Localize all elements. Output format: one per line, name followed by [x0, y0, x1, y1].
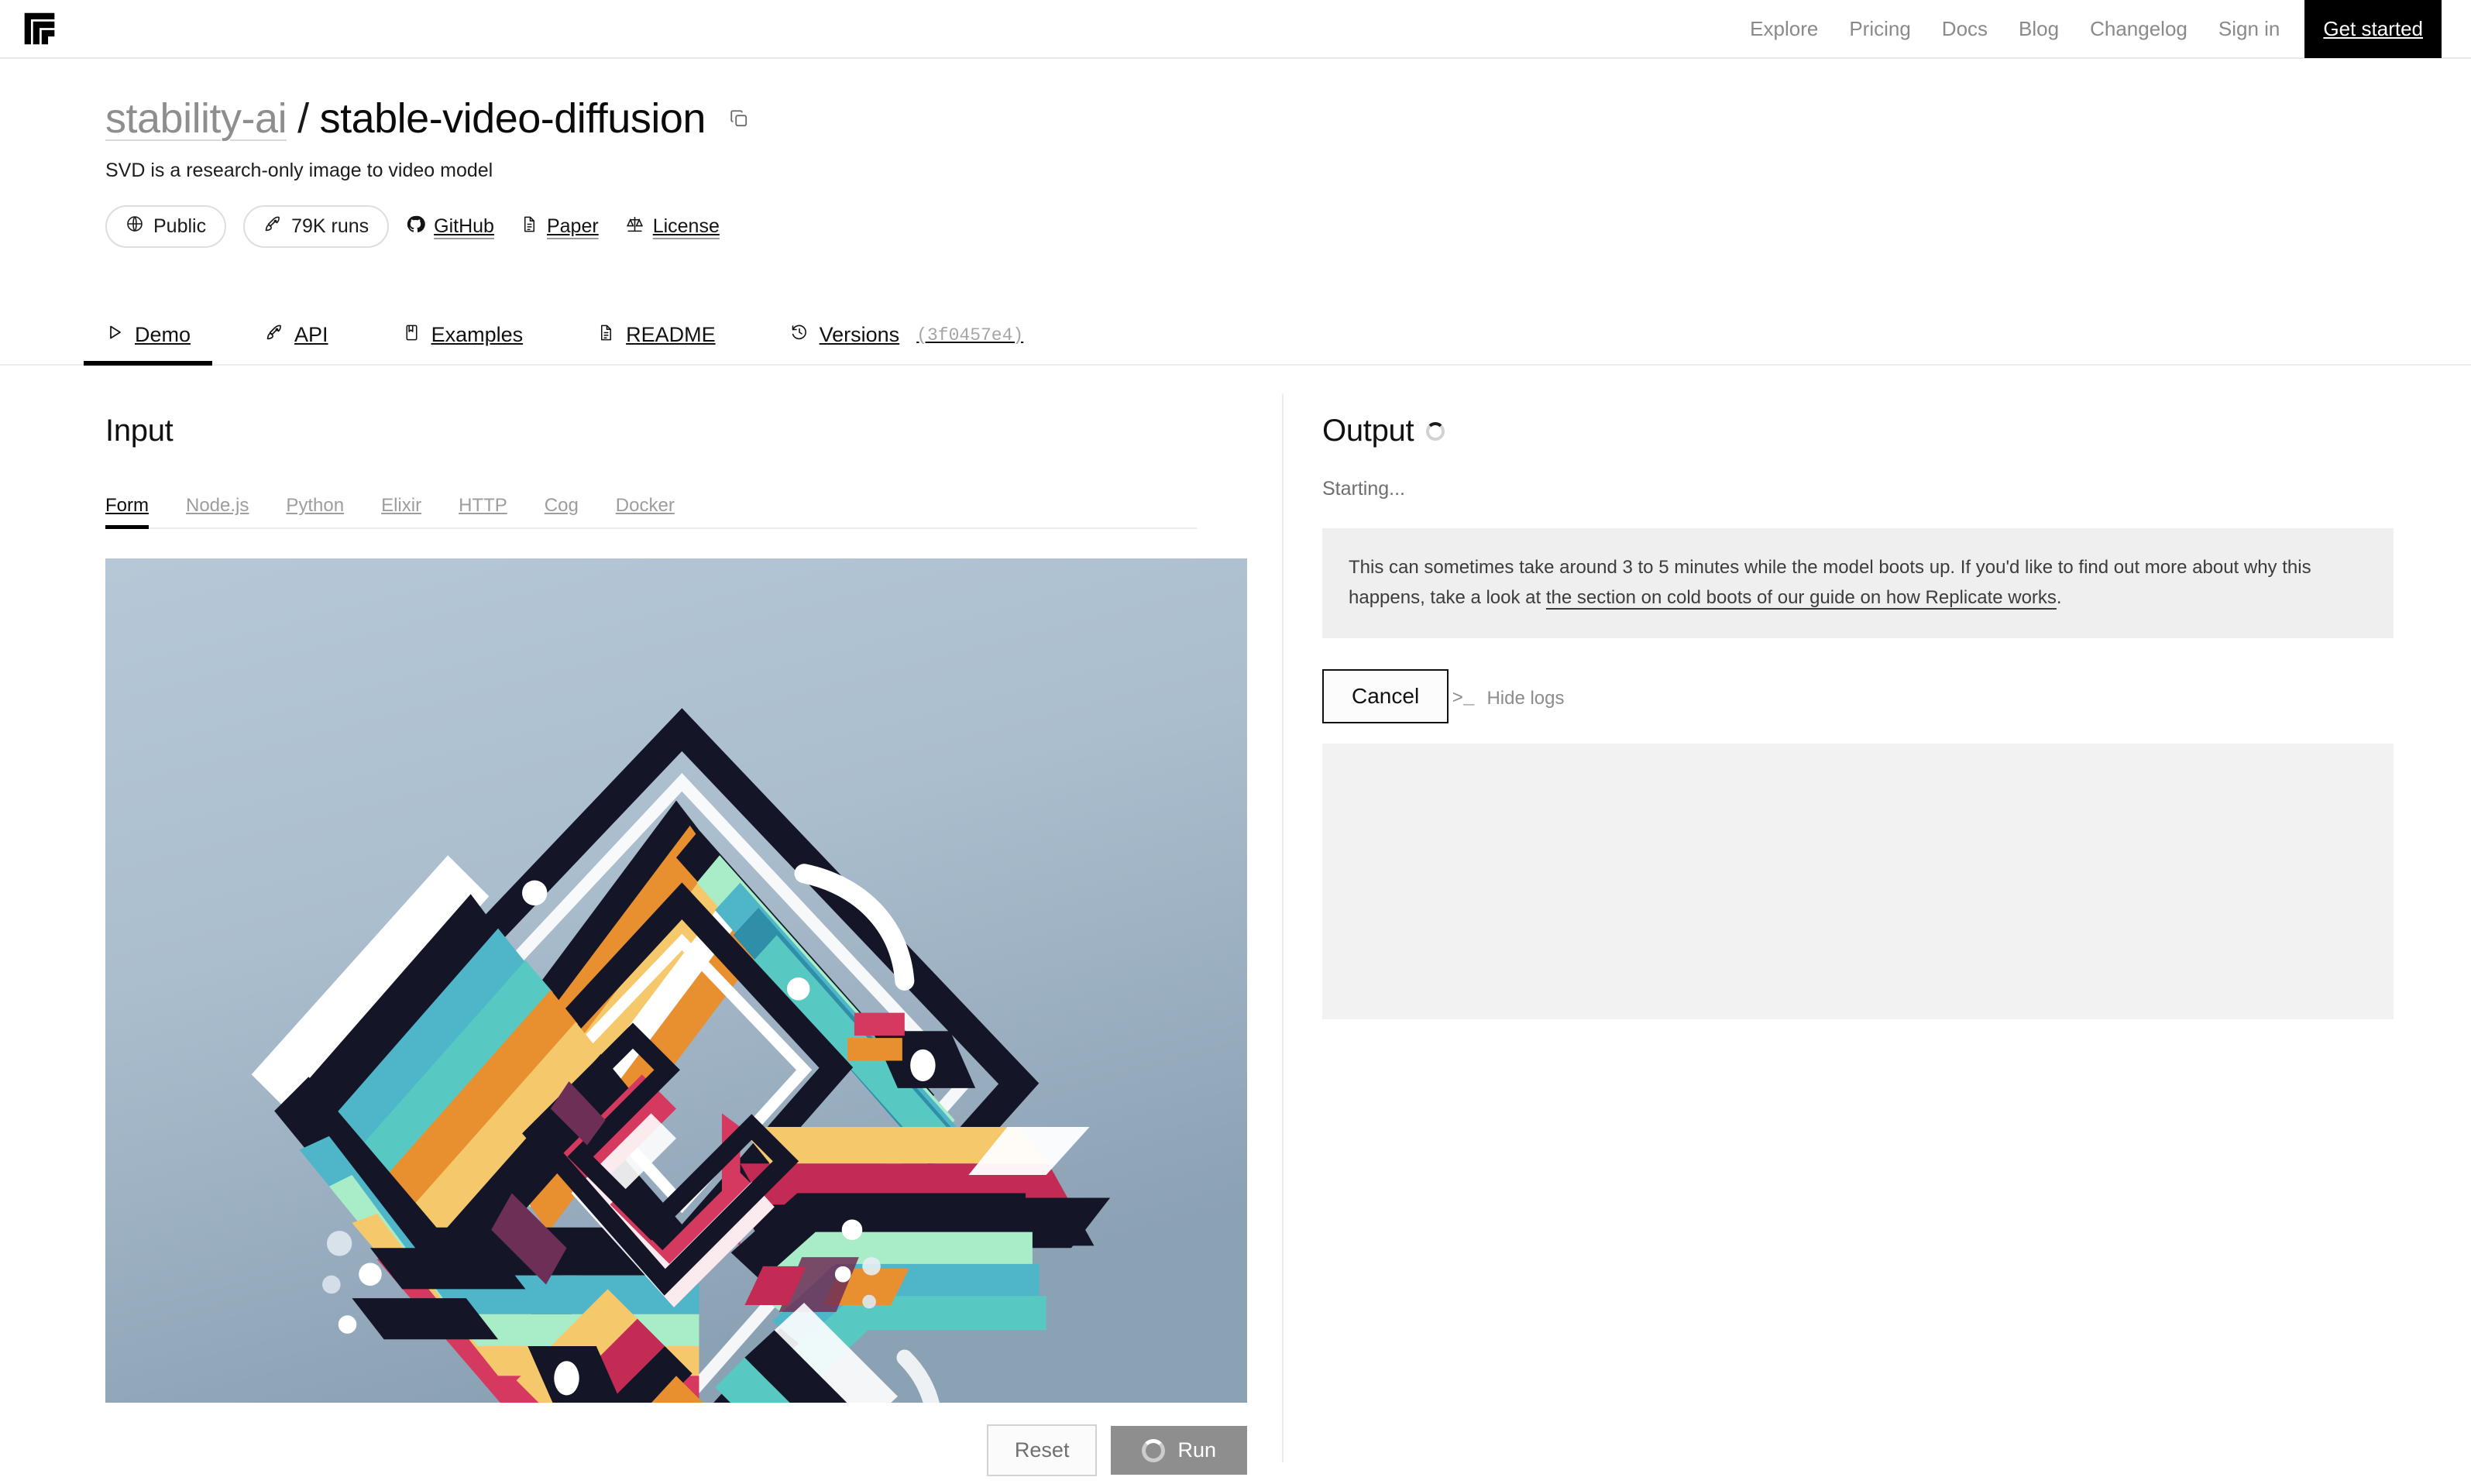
- top-navigation-bar: Explore Pricing Docs Blog Changelog Sign…: [0, 0, 2471, 59]
- input-panel: Input Form Node.js Python Elixir HTTP Co…: [0, 366, 1282, 1484]
- license-link[interactable]: License: [625, 215, 720, 239]
- page-title: stability-ai / stable-video-diffusion: [105, 94, 2471, 143]
- repo-owner-link[interactable]: stability-ai: [105, 94, 287, 143]
- paper-link[interactable]: Paper: [521, 215, 599, 239]
- main-tabs: Demo API Examples README Versions (3f045…: [0, 305, 2471, 366]
- content-columns: Input Form Node.js Python Elixir HTTP Co…: [0, 366, 2471, 1484]
- nav-item-blog[interactable]: Blog: [2003, 0, 2074, 58]
- input-heading: Input: [105, 414, 174, 448]
- cancel-button[interactable]: Cancel: [1322, 668, 1449, 723]
- format-tab-form[interactable]: Form: [105, 495, 149, 530]
- rocket-icon: [265, 323, 284, 347]
- tab-versions[interactable]: Versions (3f0457e4): [790, 323, 1024, 364]
- nav-item-sign-in[interactable]: Sign in: [2203, 0, 2296, 58]
- github-icon: [406, 215, 425, 239]
- tab-demo-label: Demo: [135, 323, 191, 347]
- visibility-label: Public: [153, 215, 207, 238]
- nav-item-pricing[interactable]: Pricing: [1833, 0, 1926, 58]
- cold-boot-notice: This can sometimes take around 3 to 5 mi…: [1322, 528, 2394, 638]
- replicate-logo-icon: [22, 11, 57, 46]
- github-link[interactable]: GitHub: [406, 215, 494, 239]
- logs-output[interactable]: [1322, 743, 2394, 1019]
- license-label: License: [652, 215, 720, 238]
- format-tab-docker[interactable]: Docker: [616, 495, 675, 527]
- repo-model-name: stable-video-diffusion: [319, 95, 706, 142]
- input-format-tabs: Form Node.js Python Elixir HTTP Cog Dock…: [105, 486, 1197, 530]
- tab-versions-label: Versions: [819, 323, 900, 347]
- copy-icon[interactable]: [729, 108, 749, 129]
- get-started-button[interactable]: Get started: [2304, 0, 2442, 58]
- format-tab-http[interactable]: HTTP: [459, 495, 507, 527]
- readme-icon: [597, 323, 615, 347]
- paper-label: Paper: [546, 215, 599, 238]
- repo-description: SVD is a research-only image to video mo…: [105, 160, 493, 182]
- history-icon: [790, 323, 809, 347]
- nav-item-docs[interactable]: Docs: [1926, 0, 2003, 58]
- notice-text-after: .: [2056, 586, 2062, 608]
- loading-spinner-icon: [1142, 1438, 1166, 1462]
- tab-examples-label: Examples: [431, 323, 524, 347]
- input-actions: Reset Run: [105, 1424, 1247, 1477]
- tab-api[interactable]: API: [265, 323, 328, 364]
- image-icon: [403, 323, 421, 347]
- input-image-preview[interactable]: [105, 558, 1247, 1403]
- repo-badges: Public 79K runs GitHub Paper License: [105, 205, 2471, 249]
- visibility-badge: Public: [105, 205, 227, 249]
- cold-boot-guide-link[interactable]: the section on cold boots of our guide o…: [1546, 587, 2057, 608]
- terminal-icon: >_: [1452, 688, 1475, 709]
- format-tab-elixir[interactable]: Elixir: [381, 495, 421, 527]
- document-icon: [521, 215, 538, 239]
- globe-icon: [125, 215, 144, 239]
- tab-examples[interactable]: Examples: [403, 323, 524, 364]
- output-status: Starting...: [1322, 478, 1405, 500]
- output-heading: Output: [1322, 414, 1414, 448]
- tab-demo[interactable]: Demo: [83, 323, 213, 366]
- format-tab-nodejs[interactable]: Node.js: [186, 495, 249, 527]
- toggle-logs-button[interactable]: >_ Hide logs: [1452, 688, 1565, 709]
- run-button-label: Run: [1177, 1438, 1216, 1462]
- tab-readme-label: README: [626, 323, 716, 347]
- format-tab-cog[interactable]: Cog: [545, 495, 579, 527]
- output-panel: Output Starting... This can sometimes ta…: [1284, 366, 2471, 1484]
- output-heading-row: Output: [1322, 414, 2394, 448]
- play-icon: [105, 323, 124, 347]
- version-hash: (3f0457e4): [916, 325, 1024, 345]
- reset-button[interactable]: Reset: [986, 1424, 1098, 1477]
- tab-api-label: API: [294, 323, 328, 347]
- repo-header: stability-ai / stable-video-diffusion SV…: [0, 59, 2471, 249]
- runs-badge: 79K runs: [243, 205, 390, 249]
- replicate-logo-link[interactable]: [22, 11, 57, 46]
- github-label: GitHub: [434, 215, 494, 238]
- page-body: stability-ai / stable-video-diffusion SV…: [0, 59, 2471, 1484]
- run-button[interactable]: Run: [1111, 1426, 1247, 1475]
- repo-title-separator: /: [297, 95, 309, 142]
- toggle-logs-label: Hide logs: [1486, 688, 1565, 709]
- loading-spinner-icon: [1426, 421, 1445, 441]
- runs-label: 79K runs: [291, 215, 369, 238]
- tab-readme[interactable]: README: [597, 323, 716, 364]
- scales-icon: [625, 215, 644, 239]
- nav-item-changelog[interactable]: Changelog: [2074, 0, 2203, 58]
- nav-item-explore[interactable]: Explore: [1734, 0, 1833, 58]
- format-tab-python[interactable]: Python: [286, 495, 344, 527]
- primary-nav: Explore Pricing Docs Blog Changelog Sign…: [1734, 0, 2442, 58]
- rocket-icon: [263, 215, 282, 239]
